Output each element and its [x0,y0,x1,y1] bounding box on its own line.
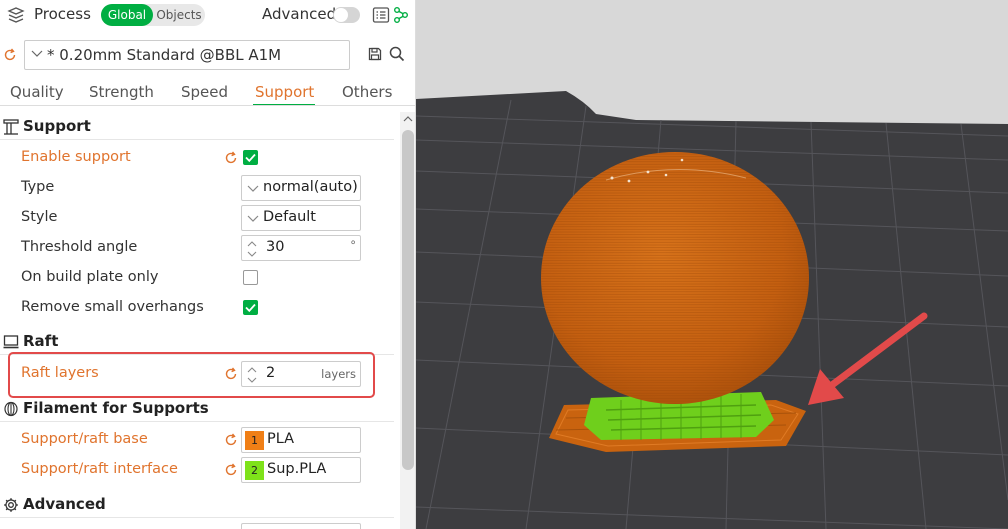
section-raft: Raft [0,330,394,355]
gear-icon [4,498,18,512]
object-tree-icon[interactable] [393,6,409,24]
filament-slot-badge: 2 [245,461,264,480]
advanced-toggle[interactable] [333,7,360,23]
build-plate-only-checkbox[interactable] [243,270,258,285]
section-divider [0,139,394,140]
threshold-angle-label: Threshold angle [21,239,138,255]
reset-icon[interactable] [224,463,238,477]
style-label: Style [21,209,58,225]
process-title: Process [34,5,91,23]
section-title: Raft [23,332,59,350]
spin-arrows-icon[interactable] [246,239,258,259]
advanced-first-field[interactable] [241,523,361,529]
filament-slot-badge: 1 [245,431,264,450]
tabs-divider [0,105,415,106]
raft-layers-unit: layers [321,367,356,381]
support-type-select[interactable]: normal(auto) [241,175,361,201]
process-header: Process Global Objects Advanced [0,0,415,30]
compare-icon[interactable] [372,6,390,24]
chevron-down-icon [31,50,43,57]
threshold-angle-unit: ° [350,238,356,252]
process-panel: Process Global Objects Advanced * 0.20mm… [0,0,416,529]
chevron-down-icon [247,185,259,192]
reset-icon[interactable] [224,433,238,447]
remove-small-overhangs-label: Remove small overhangs [21,299,204,315]
tab-strength[interactable]: Strength [89,83,154,101]
support-raft-interface-label: Support/raft interface [21,461,178,477]
raft-layers-label: Raft layers [21,365,99,381]
reset-icon[interactable] [224,151,238,165]
raft-icon [3,335,19,349]
preset-name: * 0.20mm Standard @BBL A1M [47,46,282,64]
3d-viewport[interactable] [416,0,1008,529]
section-advanced: Advanced [0,493,394,518]
checkmark-icon [245,303,256,313]
tab-support[interactable]: Support [255,83,314,101]
section-divider [0,517,394,518]
section-support: Support [0,115,394,140]
process-preset-select[interactable]: * 0.20mm Standard @BBL A1M [24,40,350,70]
preset-row: * 0.20mm Standard @BBL A1M [0,38,415,72]
checkmark-icon [245,153,256,163]
objects-tab[interactable]: Objects [153,4,205,26]
support-raft-base-value: PLA [267,431,295,447]
filament-icon [4,401,18,417]
support-icon [3,119,19,135]
enable-support-label: Enable support [21,149,131,165]
type-label: Type [21,179,55,195]
tab-quality[interactable]: Quality [10,83,64,101]
build-plate-only-label: On build plate only [21,269,159,285]
scroll-up-icon[interactable] [403,115,413,123]
global-tab[interactable]: Global [101,4,153,26]
support-raft-base-label: Support/raft base [21,431,148,447]
raft-layers-value: 2 [266,365,276,381]
support-style-value: Default [263,209,316,225]
remove-small-overhangs-checkbox[interactable] [243,300,258,315]
settings-scrollbar[interactable] [400,112,415,529]
tab-speed[interactable]: Speed [181,83,228,101]
section-divider [0,421,394,422]
sphere-model [541,152,809,404]
settings-tabs: Quality Strength Speed Support Others [0,80,415,106]
section-title: Filament for Supports [23,399,209,417]
spin-arrows-icon[interactable] [246,365,258,385]
support-raft-interface-select[interactable]: 2 Sup.PLA [241,457,361,483]
reset-icon[interactable] [224,367,238,381]
threshold-angle-value: 30 [266,239,285,255]
support-style-select[interactable]: Default [241,205,361,231]
layers-icon [7,7,25,23]
threshold-angle-input[interactable]: 30 ° [241,235,361,261]
support-raft-base-select[interactable]: 1 PLA [241,427,361,453]
reset-icon[interactable] [3,48,17,62]
scope-switch[interactable]: Global Objects [101,4,205,26]
raft-layers-input[interactable]: 2 layers [241,361,361,387]
enable-support-checkbox[interactable] [243,150,258,165]
scrollbar-thumb[interactable] [402,130,414,470]
section-filament-for-supports: Filament for Supports [0,397,394,422]
scene-canvas[interactable] [416,0,1008,529]
support-type-value: normal(auto) [263,179,358,195]
tab-others[interactable]: Others [342,83,392,101]
support-raft-interface-value: Sup.PLA [267,461,327,477]
save-icon[interactable] [368,47,382,61]
advanced-label: Advanced [262,5,337,23]
section-title: Support [23,117,91,135]
section-title: Advanced [23,495,106,513]
search-icon[interactable] [389,46,405,62]
chevron-down-icon [247,215,259,222]
